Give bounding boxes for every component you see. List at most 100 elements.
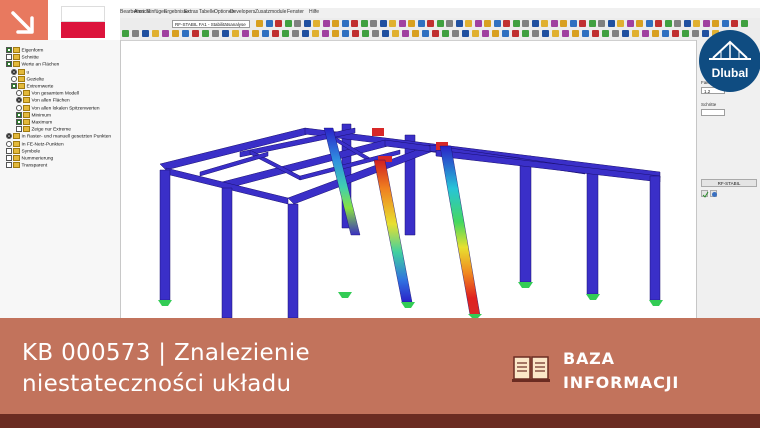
toolbar-tool-icon[interactable] — [427, 20, 434, 27]
toolbar-tool-icon[interactable] — [672, 30, 679, 37]
navigator-item[interactable]: In Raster- und manuell gesetzten Punkten — [6, 133, 111, 140]
toolbar-tool-icon[interactable] — [332, 30, 339, 37]
toolbar-tool-icon[interactable] — [303, 20, 311, 27]
checkbox-icon[interactable] — [6, 133, 12, 140]
navigator-item[interactable]: Extremwerte — [11, 83, 53, 90]
toolbar-tool-icon[interactable] — [292, 30, 299, 37]
toolbar-tool-icon[interactable] — [341, 20, 349, 27]
toolbar-tool-icon[interactable] — [622, 30, 629, 37]
toolbar-tool-icon[interactable] — [692, 30, 699, 37]
model-viewport[interactable] — [121, 41, 695, 318]
toolbar-tool-icon[interactable] — [642, 30, 649, 37]
toolbar-tool-icon[interactable] — [674, 20, 681, 27]
toolbar-tool-icon[interactable] — [482, 30, 489, 37]
toolbar-tool-icon[interactable] — [360, 20, 368, 27]
toolbar-tool-icon[interactable] — [382, 30, 389, 37]
toolbar-tool-icon[interactable] — [602, 30, 609, 37]
toolbar-tool-icon[interactable] — [442, 30, 449, 37]
toolbar-tool-icon[interactable] — [522, 30, 529, 37]
checkbox-icon[interactable] — [16, 97, 22, 104]
toolbar-tool-icon[interactable] — [652, 30, 659, 37]
toolbar-tool-icon[interactable] — [352, 30, 359, 37]
menu-item[interactable]: Zusatzmodule — [255, 9, 286, 15]
toolbar-tool-icon[interactable] — [484, 20, 491, 27]
toolbar-tool-icon[interactable] — [493, 20, 501, 27]
toolbar-tool-icon[interactable] — [162, 30, 169, 37]
navigator-item[interactable]: Eigenform — [6, 47, 43, 54]
toolbar-tool-icon[interactable] — [560, 20, 567, 27]
navigator-item[interactable]: Von allen lokalen Spitzenwerten — [16, 104, 100, 112]
toolbar-tool-icon[interactable] — [462, 30, 469, 37]
toolbar-tool-icon[interactable] — [542, 30, 549, 37]
toolbar-tool-icon[interactable] — [607, 20, 615, 27]
toolbar-tool-icon[interactable] — [492, 30, 499, 37]
toolbar-tool-icon[interactable] — [282, 30, 289, 37]
toolbar-tool-icon[interactable] — [372, 30, 379, 37]
apply-icon[interactable] — [701, 190, 709, 198]
toolbar-tool-icon[interactable] — [370, 20, 377, 27]
toolbar-tool-icon[interactable] — [592, 30, 599, 37]
toolbar-tool-icon[interactable] — [252, 30, 259, 37]
toolbar-tool-icon[interactable] — [740, 20, 748, 27]
toolbar-tool-icon[interactable] — [362, 30, 369, 37]
navigator-item[interactable]: Minimum — [16, 111, 51, 119]
toolbar-tool-icon[interactable] — [582, 30, 589, 37]
toolbar-tool-icon[interactable] — [132, 30, 139, 37]
toolbar-tool-icon[interactable] — [731, 20, 738, 27]
toolbar-tool-icon[interactable] — [256, 20, 263, 27]
toolbar-tool-icon[interactable] — [632, 30, 639, 37]
checkbox-icon[interactable] — [16, 126, 22, 133]
toolbar-tool-icon[interactable] — [332, 20, 339, 27]
toolbar-tool-icon[interactable] — [275, 20, 282, 27]
toolbar-tool-icon[interactable] — [532, 30, 539, 37]
toolbar-tool-icon[interactable] — [598, 20, 605, 27]
toolbar-tool-icon[interactable] — [322, 20, 330, 27]
toolbar-tool-icon[interactable] — [182, 30, 189, 37]
toolbar-tool-icon[interactable] — [242, 30, 249, 37]
toolbar-tool-icon[interactable] — [452, 30, 459, 37]
toolbar-tool-icon[interactable] — [351, 20, 358, 27]
toolbar-tool-icon[interactable] — [392, 30, 399, 37]
checkbox-icon[interactable] — [6, 47, 12, 53]
checkbox-icon[interactable] — [6, 147, 12, 154]
toolbar-tool-icon[interactable] — [313, 20, 320, 27]
toolbar-tool-icon[interactable] — [503, 20, 510, 27]
checkbox-icon[interactable] — [11, 68, 17, 75]
toolbar-tool-icon[interactable] — [417, 20, 425, 27]
toolbar-tool-icon[interactable] — [402, 30, 409, 37]
toolbar-tool-icon[interactable] — [192, 30, 199, 37]
navigator-item[interactable]: In FE-Netz-Punkten — [6, 140, 64, 148]
toolbar-tool-icon[interactable] — [626, 20, 634, 27]
navigator-item[interactable]: Zeige nur Extreme — [16, 126, 71, 133]
toolbar-tool-icon[interactable] — [655, 20, 662, 27]
rf-stabil-button[interactable]: RF-STABIL — [701, 179, 757, 187]
toolbar-tool-icon[interactable] — [436, 20, 444, 27]
toolbar-tool-icon[interactable] — [294, 20, 301, 27]
toolbar-tool-icon[interactable] — [284, 20, 292, 27]
menu-item[interactable]: Extras — [184, 9, 198, 15]
toolbar-tool-icon[interactable] — [588, 20, 596, 27]
toolbar-tool-icon[interactable] — [152, 30, 159, 37]
toolbar-tool-icon[interactable] — [550, 20, 558, 27]
toolbar-tool-icon[interactable] — [408, 20, 415, 27]
toolbar-tool-icon[interactable] — [712, 20, 719, 27]
toolbar-tool-icon[interactable] — [512, 20, 520, 27]
toolbar-tool-icon[interactable] — [552, 30, 559, 37]
toolbar-tool-icon[interactable] — [232, 30, 239, 37]
toolbar-tool-icon[interactable] — [172, 30, 179, 37]
toolbar-tool-icon[interactable] — [693, 20, 700, 27]
toolbar-tool-icon[interactable] — [265, 20, 273, 27]
module-select[interactable]: RF-STABIL FA1 - Stabilitätsanalyse — [172, 20, 250, 28]
navigator-item[interactable]: Maximum — [16, 119, 52, 126]
toolbar-tool-icon[interactable] — [572, 30, 579, 37]
toolbar-tool-icon[interactable] — [455, 20, 463, 27]
toolbar-tool-icon[interactable] — [512, 30, 519, 37]
toolbar-tool-icon[interactable] — [422, 30, 429, 37]
toolbar-tool-icon[interactable] — [142, 30, 149, 37]
toolbar-tool-icon[interactable] — [569, 20, 577, 27]
toolbar-tool-icon[interactable] — [312, 30, 319, 37]
toolbar-tool-icon[interactable] — [342, 30, 349, 37]
toolbar-tool-icon[interactable] — [541, 20, 548, 27]
toolbar-tool-icon[interactable] — [389, 20, 396, 27]
checkbox-icon[interactable] — [6, 54, 12, 61]
